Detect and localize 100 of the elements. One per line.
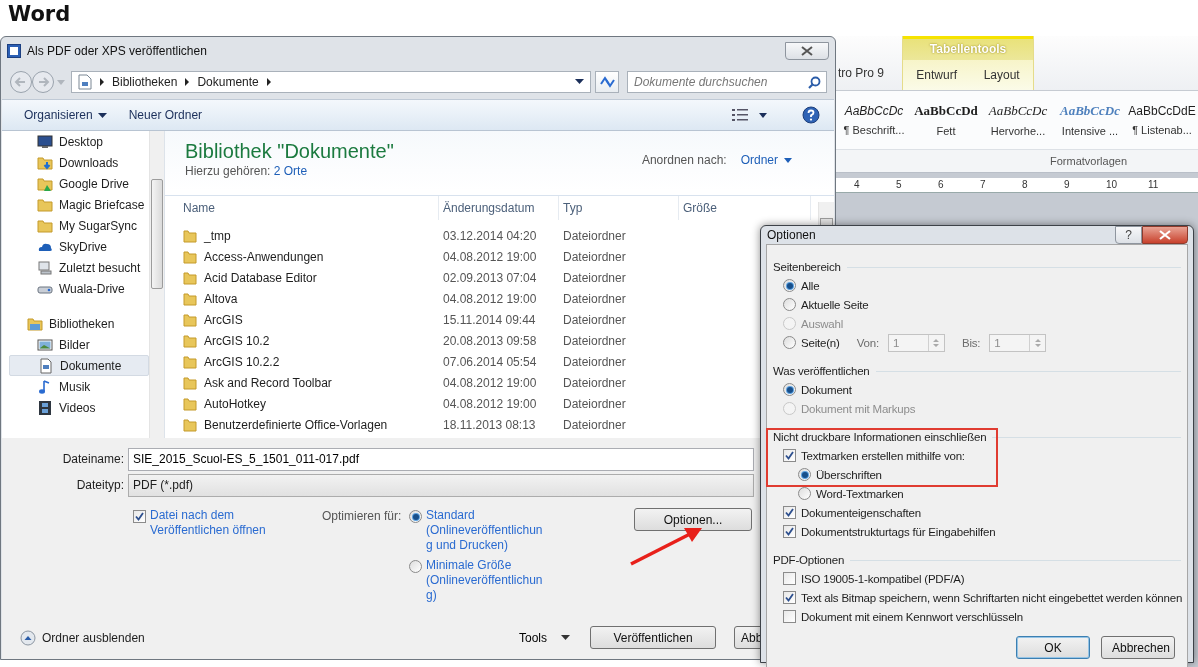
style-preview[interactable]: AaBbCcDc — [1060, 103, 1120, 119]
dialog-button[interactable]: OK — [1016, 636, 1090, 659]
recent-places-icon — [37, 259, 53, 276]
sidebar-item[interactable]: Magic Briefcase — [9, 194, 149, 215]
app-icon — [7, 44, 21, 58]
option-label[interactable]: Dokumenteigenschaften — [801, 506, 921, 519]
column-header[interactable]: Typ — [559, 196, 679, 220]
caret-icon[interactable] — [575, 79, 584, 85]
option-label[interactable]: ISO 19005-1-kompatibel (PDF/A) — [801, 572, 965, 585]
filename-field[interactable]: SIE_2015_Scuol-ES_5_1501_011-017.pdf — [128, 447, 754, 471]
collapse-icon[interactable] — [20, 629, 36, 646]
checkbox-label[interactable]: Datei nach dem Veröffentlichen öffnen — [150, 508, 290, 538]
radio-button[interactable] — [409, 560, 422, 573]
option-label[interactable]: Textmarken erstellen mithilfe von: — [801, 449, 965, 462]
style-preview[interactable]: AaBbCcDd — [914, 103, 978, 119]
tools-button[interactable]: Tools — [513, 629, 576, 646]
option-label[interactable]: Seite(n) — [801, 336, 840, 349]
checkbox[interactable] — [783, 591, 796, 604]
sidebar-item[interactable]: Downloads — [9, 152, 149, 173]
refresh-button[interactable] — [595, 71, 619, 93]
sidebar-item[interactable]: Dokumente — [9, 355, 149, 376]
option-label[interactable]: Text als Bitmap speichern, wenn Schriftarten nicht eingebettet werden können — [801, 591, 1183, 604]
option-label[interactable]: Überschriften — [816, 468, 882, 481]
sidebar-item[interactable]: Videos — [9, 397, 149, 418]
sidebar-item[interactable]: My SugarSync — [9, 215, 149, 236]
style-preview[interactable]: AaBbCcDc — [988, 103, 1048, 119]
style-preview[interactable]: AaBbCcDdE — [1128, 104, 1196, 118]
option-label[interactable]: Dokument mit einem Kennwort verschlüsseln — [801, 610, 1023, 623]
file-name[interactable]: AutoHotkey — [204, 396, 267, 411]
option-label[interactable]: Aktuelle Seite — [801, 298, 869, 311]
folder-icon — [183, 291, 197, 306]
checkbox[interactable] — [783, 449, 796, 462]
option-label[interactable]: Dokumentstrukturtags für Eingabehilfen — [801, 525, 996, 538]
sidebar-item[interactable]: Bilder — [9, 334, 149, 355]
style-preview[interactable]: AaBbCcDc — [844, 104, 904, 118]
locations-link[interactable]: 2 Orte — [273, 164, 308, 178]
sidebar-item[interactable]: Google Drive — [9, 173, 149, 194]
file-name[interactable]: ArcGIS — [204, 312, 243, 327]
sidebar-item[interactable]: Musik — [9, 376, 149, 397]
file-name[interactable]: Ask and Record Toolbar — [204, 375, 332, 390]
new-folder-button[interactable]: Neuer Ordner — [122, 106, 209, 124]
file-name[interactable]: _tmp — [204, 228, 231, 243]
breadcrumb-item[interactable]: Bibliotheken — [112, 75, 178, 89]
sidebar-item[interactable]: Wuala-Drive — [9, 278, 149, 299]
search-field[interactable]: Dokumente durchsuchen — [627, 71, 827, 93]
breadcrumb-item[interactable]: Dokumente — [197, 75, 259, 89]
sidebar-item[interactable]: Zuletzt besucht — [9, 257, 149, 278]
address-bar[interactable]: Bibliotheken Dokumente — [71, 71, 591, 93]
file-name[interactable]: Altova — [204, 291, 238, 306]
ribbon-tab[interactable]: Layout — [983, 68, 1020, 82]
filetype-dropdown[interactable]: PDF (*.pdf) — [128, 473, 754, 497]
radio-label[interactable]: Standard (Onlineveröffentlichung und Drucken) — [426, 508, 544, 553]
checkbox[interactable] — [133, 510, 146, 523]
close-button[interactable] — [1142, 226, 1188, 244]
file-name[interactable]: Acid Database Editor — [204, 270, 317, 285]
checkbox[interactable] — [783, 572, 796, 585]
date-cell-text: 03.12.2014 04:20 — [442, 228, 538, 243]
radio-button[interactable] — [798, 487, 811, 500]
option-label[interactable]: Alle — [801, 279, 820, 292]
radio-button[interactable] — [409, 510, 422, 523]
arrange-dropdown[interactable]: Ordner — [740, 153, 792, 167]
includes-label: Hierzu gehören: — [185, 164, 271, 178]
option-label[interactable]: Dokument — [801, 383, 852, 396]
arrange-label: Anordnen nach: — [641, 153, 727, 167]
file-name[interactable]: Benutzerdefinierte Office-Vorlagen — [204, 417, 388, 432]
publish-button[interactable]: Veröffentlichen — [590, 626, 716, 649]
sidebar-item[interactable]: Desktop — [9, 131, 149, 152]
help-button[interactable]: ? — [1115, 226, 1142, 244]
radio-label[interactable]: Minimale Größe (Onlineveröffentlichung) — [426, 558, 544, 603]
sidebar-item[interactable]: Bibliotheken — [9, 313, 149, 334]
checkbox[interactable] — [783, 610, 796, 623]
ruler-number: 6 — [938, 178, 945, 192]
column-header[interactable]: Name — [179, 196, 439, 220]
file-name[interactable]: ArcGIS 10.2.2 — [204, 354, 280, 369]
dialog-button[interactable]: Abbrechen — [1101, 636, 1175, 659]
ribbon-tab[interactable]: Entwurf — [916, 68, 958, 82]
help-icon[interactable] — [802, 106, 820, 124]
radio-button[interactable] — [783, 279, 796, 292]
column-header[interactable]: Größe — [679, 196, 811, 220]
style-label: ¶ Listenab... — [1132, 124, 1192, 136]
ribbon-tab[interactable]: tro Pro 9 — [834, 66, 903, 90]
library-icon — [27, 315, 43, 332]
folder-icon — [37, 217, 53, 234]
close-button[interactable] — [785, 42, 829, 60]
options-button[interactable]: Optionen... — [634, 508, 752, 531]
file-name[interactable]: Access-Anwendungen — [204, 249, 324, 264]
optimize-label: Optimieren für: — [322, 509, 403, 523]
radio-button[interactable] — [798, 468, 811, 481]
radio-button[interactable] — [783, 298, 796, 311]
radio-button[interactable] — [783, 383, 796, 396]
hide-folders-link[interactable]: Ordner ausblenden — [42, 630, 145, 645]
organize-button[interactable]: Organisieren — [18, 106, 113, 124]
checkbox[interactable] — [783, 506, 796, 519]
scrollbar[interactable] — [149, 131, 164, 438]
option-label[interactable]: Word-Textmarken — [816, 487, 904, 500]
radio-button[interactable] — [783, 336, 796, 349]
sidebar-item[interactable]: SkyDrive — [9, 236, 149, 257]
checkbox[interactable] — [783, 525, 796, 538]
file-name[interactable]: ArcGIS 10.2 — [204, 333, 270, 348]
column-header[interactable]: Änderungsdatum — [439, 196, 559, 220]
